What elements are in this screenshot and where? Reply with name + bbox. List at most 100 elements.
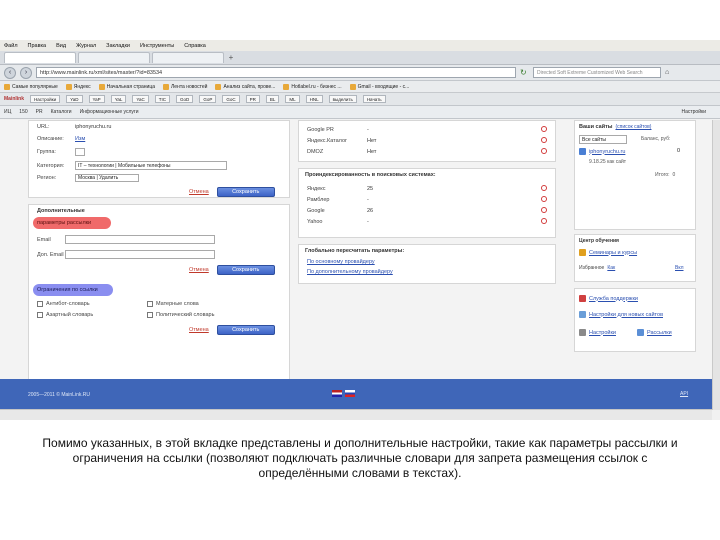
settings-entry[interactable]: Настройки xyxy=(579,329,616,336)
toolbar-button[interactable]: Настройки xyxy=(30,95,61,103)
mail-icon xyxy=(637,329,644,336)
browser-tab[interactable] xyxy=(78,52,150,63)
cancel-link[interactable]: Отмена xyxy=(189,267,209,273)
checkbox-political[interactable]: Политический словарь xyxy=(147,312,214,318)
flag-us-icon[interactable] xyxy=(332,390,342,397)
favorites-link[interactable]: Как xyxy=(607,265,615,271)
reload-icon[interactable]: ↻ xyxy=(520,68,529,77)
toolbar3-item[interactable]: 150 xyxy=(19,109,27,115)
bookmark-item[interactable]: Начальная страница xyxy=(98,83,155,90)
toolbar-button[interactable]: GoC xyxy=(222,95,240,103)
refresh-icon[interactable] xyxy=(541,137,547,143)
toolbar3-item[interactable]: Информационные услуги xyxy=(80,109,139,115)
refresh-icon[interactable] xyxy=(541,196,547,202)
new-sites-settings-entry[interactable]: Настройки для новых сайтов xyxy=(579,311,663,318)
refresh-icon[interactable] xyxy=(541,148,547,154)
toolbar-button[interactable]: HNL xyxy=(305,95,323,103)
toolbar-button[interactable]: GoP xyxy=(199,95,217,103)
flag-ru-icon[interactable] xyxy=(345,390,355,397)
sites-list-link[interactable]: (список сайтов) xyxy=(615,124,651,130)
support-link[interactable]: Служба поддержки xyxy=(589,296,638,302)
region-input[interactable]: Москва | Удалить xyxy=(75,174,139,182)
checkbox-obscene[interactable]: Матерные слова xyxy=(147,301,199,307)
toolbar-button[interactable]: YaC xyxy=(132,95,149,103)
search-box[interactable]: Directed Soft Extreme Customized Web Sea… xyxy=(533,67,661,78)
back-icon[interactable]: ‹ xyxy=(4,66,16,79)
toolbar-button[interactable]: ML xyxy=(285,95,300,103)
bookmark-item[interactable]: Gmail - входящие - c... xyxy=(349,83,409,90)
toolbar-button[interactable]: YaP xyxy=(88,95,105,103)
refresh-icon[interactable] xyxy=(541,126,547,132)
checkbox-antibot[interactable]: Антибот-словарь xyxy=(37,301,90,307)
home-icon[interactable]: ⌂ xyxy=(665,68,674,77)
category-select[interactable]: IT – технологии | Мобильные телефоны xyxy=(75,161,227,170)
cancel-link[interactable]: Отмена xyxy=(189,189,209,195)
vertical-scrollbar[interactable] xyxy=(712,120,720,410)
mailings-link[interactable]: Рассылки xyxy=(647,330,672,336)
horizontal-scrollbar[interactable] xyxy=(0,409,712,420)
refresh-icon[interactable] xyxy=(541,218,547,224)
menu-item[interactable]: Журнал xyxy=(76,43,96,49)
menu-item[interactable]: Вид xyxy=(56,43,66,49)
training-entry[interactable]: Семинары и курсы xyxy=(579,249,637,256)
save-button[interactable]: Сохранить xyxy=(216,265,275,275)
bookmark-item[interactable]: Яндекс xyxy=(65,83,91,90)
favorites-toggle[interactable]: Вкл xyxy=(675,265,684,271)
sites-header: Ваши сайты (список сайтов) xyxy=(579,124,651,130)
new-sites-settings-link[interactable]: Настройки для новых сайтов xyxy=(589,312,663,318)
toolbar3-item[interactable]: ИЦ xyxy=(4,109,11,115)
sites-title: Ваши сайты xyxy=(579,124,613,130)
cancel-link[interactable]: Отмена xyxy=(189,327,209,333)
checkbox[interactable] xyxy=(37,301,43,307)
bookmark-item[interactable]: Hotlabel.ru - бизнес ... xyxy=(283,83,342,90)
training-link[interactable]: Семинары и курсы xyxy=(589,250,637,256)
menu-item[interactable]: Закладки xyxy=(106,43,130,49)
toolbar-button[interactable]: PR xyxy=(245,95,260,103)
api-link[interactable]: API xyxy=(680,391,688,397)
bookmark-label: Hotlabel.ru - бизнес ... xyxy=(291,83,342,90)
refresh-icon[interactable] xyxy=(541,185,547,191)
mailings-entry[interactable]: Рассылки xyxy=(637,329,672,336)
toolbar-button[interactable]: GoD xyxy=(176,95,194,103)
browser-tab[interactable] xyxy=(152,52,224,63)
toolbar-button[interactable]: Начать xyxy=(362,95,386,103)
toolbar3-item[interactable]: PR xyxy=(36,109,43,115)
recalc-main-link[interactable]: По основному провайдеру xyxy=(307,259,375,265)
recalc-extra-link[interactable]: По дополнительному провайдеру xyxy=(307,269,393,275)
group-select[interactable] xyxy=(75,148,85,156)
forward-icon[interactable]: › xyxy=(20,66,32,79)
checkbox[interactable] xyxy=(147,312,153,318)
toolbar-button[interactable]: YaD xyxy=(66,95,83,103)
toolbar-settings[interactable]: Настройки xyxy=(681,109,706,115)
toolbar3-item[interactable]: Каталоги xyxy=(51,109,72,115)
menu-item[interactable]: Правка xyxy=(28,43,47,49)
sites-select[interactable]: Все сайты xyxy=(579,135,627,144)
bookmark-item[interactable]: Лента новостей xyxy=(163,83,207,90)
bookmark-item[interactable]: Самые популярные xyxy=(4,83,58,90)
description-edit-link[interactable]: Изм xyxy=(75,136,85,142)
checkbox[interactable] xyxy=(37,312,43,318)
menu-item[interactable]: Инструменты xyxy=(140,43,174,49)
toolbar-button[interactable]: выделить xyxy=(328,95,357,103)
email2-input[interactable] xyxy=(65,250,215,259)
toolbar-button[interactable]: TIC xyxy=(154,95,171,103)
menu-item[interactable]: Справка xyxy=(184,43,206,49)
browser-tab[interactable] xyxy=(4,52,76,63)
site-entry[interactable]: iphonyruchu.ru xyxy=(579,148,625,155)
save-button[interactable]: Сохранить xyxy=(216,187,275,197)
save-button[interactable]: Сохранить xyxy=(216,325,275,335)
toolbar-button[interactable]: YaL xyxy=(110,95,127,103)
site-name-link[interactable]: iphonyruchu.ru xyxy=(589,149,625,155)
settings-link[interactable]: Настройки xyxy=(589,330,616,336)
checkbox-gambling[interactable]: Азартный словарь xyxy=(37,312,93,318)
email-input[interactable] xyxy=(65,235,215,244)
support-entry[interactable]: Служба поддержки xyxy=(579,295,638,302)
address-bar[interactable]: http://www.mainlink.ru/xml/sites/master/… xyxy=(36,67,516,78)
refresh-icon[interactable] xyxy=(541,207,547,213)
site-globe-icon xyxy=(579,148,586,155)
new-tab-icon[interactable]: + xyxy=(226,53,236,63)
bookmark-item[interactable]: Анализ сайта, прове... xyxy=(215,83,275,90)
toolbar-button[interactable]: BL xyxy=(265,95,280,103)
checkbox[interactable] xyxy=(147,301,153,307)
menu-item[interactable]: Файл xyxy=(4,43,18,49)
